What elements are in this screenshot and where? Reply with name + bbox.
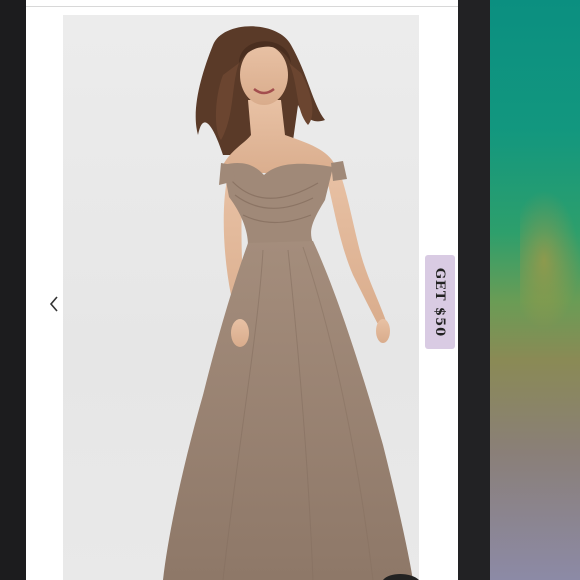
- product-photo[interactable]: [63, 15, 419, 580]
- logo-fragment: [383, 574, 419, 580]
- right-bezel: [458, 0, 490, 580]
- top-divider: [26, 6, 458, 7]
- wallpaper-highlight: [520, 190, 580, 330]
- product-page: GET $50: [26, 0, 458, 580]
- chevron-left-icon: [49, 296, 58, 312]
- model-in-dress-image: [163, 26, 413, 580]
- offer-label: GET $50: [432, 267, 448, 337]
- left-bezel: [0, 0, 26, 580]
- desktop-wallpaper: [490, 0, 580, 580]
- get-50-offer-tab[interactable]: GET $50: [425, 255, 455, 349]
- previous-image-button[interactable]: [44, 292, 64, 316]
